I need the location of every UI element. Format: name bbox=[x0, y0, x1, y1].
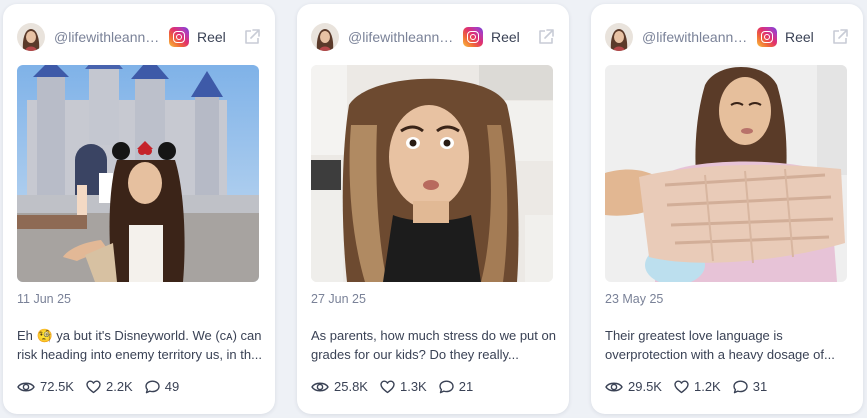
views-count: 25.8K bbox=[334, 379, 368, 394]
post-card[interactable]: @lifewithleannel... Reel bbox=[591, 4, 863, 414]
external-link-icon[interactable] bbox=[537, 28, 555, 46]
post-caption: As parents, how much stress do we put on… bbox=[311, 328, 556, 362]
card-header: @lifewithleannel... Reel bbox=[17, 22, 261, 52]
post-date: 23 May 25 bbox=[605, 292, 664, 306]
likes-stat: 1.2K bbox=[674, 379, 721, 394]
avatar[interactable] bbox=[17, 23, 45, 51]
likes-stat: 1.3K bbox=[380, 379, 427, 394]
likes-count: 2.2K bbox=[105, 379, 133, 394]
post-stats: 25.8K 1.3K 21 bbox=[311, 379, 485, 394]
post-thumbnail[interactable] bbox=[17, 65, 259, 282]
post-caption: Their greatest love language is overprot… bbox=[605, 328, 835, 362]
views-stat: 72.5K bbox=[17, 379, 74, 394]
post-date: 27 Jun 25 bbox=[311, 292, 366, 306]
post-card[interactable]: @lifewithleannel... Reel bbox=[3, 4, 275, 414]
comments-stat: 49 bbox=[145, 379, 179, 394]
account-handle[interactable]: @lifewithleannel... bbox=[348, 29, 454, 45]
likes-count: 1.3K bbox=[399, 379, 427, 394]
post-stats: 29.5K 1.2K 31 bbox=[605, 379, 779, 394]
post-type-label: Reel bbox=[197, 29, 226, 45]
heart-icon bbox=[674, 380, 689, 393]
comment-icon bbox=[439, 380, 454, 393]
views-count: 29.5K bbox=[628, 379, 662, 394]
heart-icon bbox=[86, 380, 101, 393]
comments-stat: 21 bbox=[439, 379, 473, 394]
external-link-icon[interactable] bbox=[243, 28, 261, 46]
comments-stat: 31 bbox=[733, 379, 767, 394]
post-card[interactable]: @lifewithleannel... Reel bbox=[297, 4, 569, 414]
post-date: 11 Jun 25 bbox=[17, 292, 71, 306]
post-type-label: Reel bbox=[785, 29, 814, 45]
instagram-icon bbox=[169, 27, 189, 47]
external-link-icon[interactable] bbox=[831, 28, 849, 46]
likes-stat: 2.2K bbox=[86, 379, 133, 394]
likes-count: 1.2K bbox=[693, 379, 721, 394]
card-header: @lifewithleannel... Reel bbox=[605, 22, 849, 52]
account-handle[interactable]: @lifewithleannel... bbox=[642, 29, 748, 45]
avatar[interactable] bbox=[311, 23, 339, 51]
views-count: 72.5K bbox=[40, 379, 74, 394]
account-handle[interactable]: @lifewithleannel... bbox=[54, 29, 160, 45]
heart-icon bbox=[380, 380, 395, 393]
views-stat: 29.5K bbox=[605, 379, 662, 394]
post-type-label: Reel bbox=[491, 29, 520, 45]
comments-count: 31 bbox=[752, 379, 768, 394]
views-stat: 25.8K bbox=[311, 379, 368, 394]
card-header: @lifewithleannel... Reel bbox=[311, 22, 555, 52]
eye-icon bbox=[17, 382, 35, 391]
comment-icon bbox=[145, 380, 160, 393]
post-thumbnail[interactable] bbox=[311, 65, 553, 282]
comment-icon bbox=[733, 380, 748, 393]
post-caption: Eh 🧐 ya but it's Disneyworld. We (ᴄᴀ) ca… bbox=[17, 328, 262, 362]
instagram-icon bbox=[757, 27, 777, 47]
avatar[interactable] bbox=[605, 23, 633, 51]
eye-icon bbox=[605, 382, 623, 391]
comments-count: 49 bbox=[164, 379, 180, 394]
eye-icon bbox=[311, 382, 329, 391]
post-thumbnail[interactable] bbox=[605, 65, 847, 282]
post-stats: 72.5K 2.2K 49 bbox=[17, 379, 191, 394]
comments-count: 21 bbox=[458, 379, 474, 394]
instagram-icon bbox=[463, 27, 483, 47]
